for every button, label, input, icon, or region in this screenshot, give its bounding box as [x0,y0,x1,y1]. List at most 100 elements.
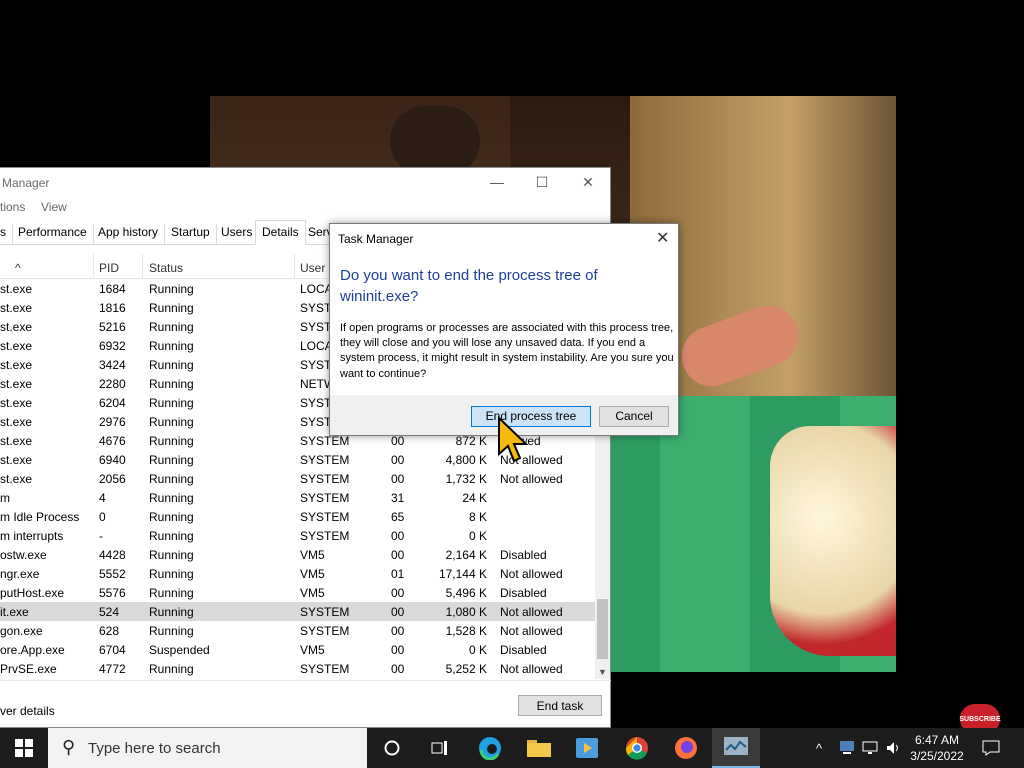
cell-mem: 1,080 K [445,605,487,619]
cell-name: st.exe [0,282,33,296]
close-icon[interactable]: ✕ [578,174,598,190]
column-separator[interactable] [142,254,143,278]
windows-logo-icon [15,739,33,757]
scrollbar-thumb[interactable] [597,599,608,659]
cancel-button[interactable]: Cancel [599,406,669,427]
cell-mem: 17,144 K [438,567,487,581]
dialog-title: Task Manager [338,232,414,246]
search-placeholder: Type here to search [88,740,221,757]
cell-status: Running [149,662,194,676]
cell-cpu: 31 [391,491,405,505]
end-task-button[interactable]: End task [518,695,602,716]
cell-cpu: 00 [391,548,405,562]
cell-name: ore.App.exe [0,643,65,657]
network-icon[interactable] [862,728,878,768]
edge-browser-icon[interactable] [466,728,514,768]
cell-name: m interrupts [0,529,64,543]
scroll-down-icon[interactable]: ▼ [598,667,607,677]
table-row[interactable]: st.exe 2056 Running SYSTEM 00 1,732 K Not allo… [0,469,595,488]
cell-pid: 6704 [99,643,126,657]
chrome-icon[interactable] [613,728,661,768]
tab-app-history[interactable]: App history [92,224,166,244]
cell-status: Running [149,491,194,505]
menu-view[interactable]: View [41,200,67,214]
column-pid[interactable]: PID [99,261,119,275]
column-separator[interactable] [93,254,94,278]
action-center-icon[interactable] [982,728,1000,768]
menu-options[interactable]: tions [0,200,25,214]
cell-user: SYSTEM [300,453,350,467]
cell-user: SYSTEM [300,491,350,505]
table-row[interactable]: it.exe 524 Running SYSTEM 00 1,080 K Not allow… [0,602,595,621]
taskbar-clock[interactable]: 6:47 AM 3/25/2022 [906,732,968,764]
volume-icon[interactable] [886,728,902,768]
clock-date: 3/25/2022 [910,749,964,763]
cell-name: ostw.exe [0,548,47,562]
taskbar-search-box[interactable]: ⚲ Type here to search [48,728,367,768]
cell-status: Running [149,358,194,372]
cell-pid: 3424 [99,358,126,372]
cell-pid: - [99,529,103,543]
dialog-close-icon[interactable]: ✕ [656,228,669,248]
cell-uac: Not allowed [500,605,563,619]
show-hidden-icons-chevron-icon[interactable]: ^ [816,728,822,768]
cell-pid: 6940 [99,453,126,467]
table-row[interactable]: putHost.exe 5576 Running VM5 00 5,496 K Disabl… [0,583,595,602]
file-explorer-icon[interactable] [515,728,563,768]
table-row[interactable]: m interrupts - Running SYSTEM 00 0 K [0,526,595,545]
cell-uac: Disabled [500,586,547,600]
photo-toy [770,426,896,656]
maximize-icon[interactable]: ☐ [532,174,552,190]
cell-user: VM5 [300,643,325,657]
cell-user: SYSTEM [300,472,350,486]
cell-status: Running [149,605,194,619]
fewer-details-link[interactable]: ver details [0,704,55,718]
cell-status: Running [149,396,194,410]
end-process-tree-button[interactable]: End process tree [471,406,591,427]
footer-bar: ver details End task [0,680,611,729]
tab-details[interactable]: Details [255,220,306,245]
media-player-icon[interactable] [563,728,611,768]
sort-chevron-icon: ^ [15,261,21,275]
firefox-icon[interactable] [662,728,710,768]
cell-cpu: 00 [391,586,405,600]
tab-users[interactable]: Users [215,224,260,244]
cell-user: LOCA [300,339,333,353]
column-separator[interactable] [294,254,295,278]
table-row[interactable]: ngr.exe 5552 Running VM5 01 17,144 K Not allow… [0,564,595,583]
task-view-icon[interactable] [416,728,464,768]
cell-pid: 5552 [99,567,126,581]
cell-mem: 0 K [468,529,487,543]
end-process-tree-dialog: Task Manager ✕ Do you want to end the pr… [329,223,679,436]
cell-user: VM5 [300,567,325,581]
tab-performance[interactable]: Performance [12,224,94,244]
search-icon: ⚲ [62,737,76,757]
cell-mem: 1,528 K [445,624,487,638]
table-row[interactable]: m Idle Process 0 Running SYSTEM 65 8 K [0,507,595,526]
cell-cpu: 00 [391,605,405,619]
cell-name: st.exe [0,434,33,448]
tab-startup[interactable]: Startup [165,224,217,244]
cell-status: Running [149,453,194,467]
table-row[interactable]: ore.App.exe 6704 Suspended VM5 00 0 K Disabled [0,640,595,659]
cell-cpu: 00 [391,434,405,448]
minimize-icon[interactable]: — [487,174,507,190]
task-manager-taskbar-icon[interactable] [712,728,760,768]
cell-status: Running [149,301,194,315]
cell-mem: 5,252 K [445,662,487,676]
cell-name: gon.exe [0,624,43,638]
cell-cpu: 00 [391,662,405,676]
cell-cpu: 65 [391,510,405,524]
column-status[interactable]: Status [149,261,183,275]
cell-pid: 2976 [99,415,126,429]
cell-name: st.exe [0,472,33,486]
cell-pid: 2280 [99,377,126,391]
cell-user: SYSTEM [300,624,350,638]
table-row[interactable]: gon.exe 628 Running SYSTEM 00 1,528 K Not allo… [0,621,595,640]
table-row[interactable]: PrvSE.exe 4772 Running SYSTEM 00 5,252 K Not a… [0,659,595,678]
table-row[interactable]: ostw.exe 4428 Running VM5 00 2,164 K Disabled [0,545,595,564]
table-row[interactable]: m 4 Running SYSTEM 31 24 K [0,488,595,507]
start-button[interactable] [0,728,48,768]
cortana-icon[interactable] [368,728,416,768]
tray-app-icon[interactable] [840,728,854,768]
